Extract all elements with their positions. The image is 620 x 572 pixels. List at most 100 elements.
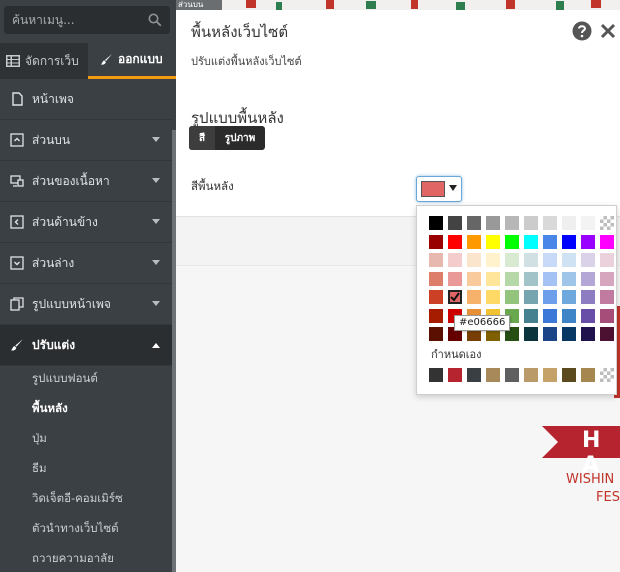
color-swatch[interactable] xyxy=(562,290,576,304)
sidebar-item-label: ส่วนของเนื้อหา xyxy=(32,173,110,188)
sub-item-ecommerce-widget[interactable]: วิดเจ็ตอี-คอมเมิร์ซ xyxy=(32,490,123,508)
color-swatch[interactable] xyxy=(467,253,481,267)
color-swatch[interactable] xyxy=(543,327,557,341)
color-swatch[interactable] xyxy=(524,308,538,323)
custom-color-swatch[interactable] xyxy=(543,368,557,382)
color-swatch[interactable] xyxy=(429,327,443,341)
custom-color-swatch[interactable] xyxy=(448,368,462,382)
color-swatch[interactable] xyxy=(505,271,519,286)
color-swatch[interactable] xyxy=(600,327,614,341)
chevron-down-icon xyxy=(152,219,160,224)
color-swatch[interactable] xyxy=(524,290,538,304)
color-swatch[interactable] xyxy=(429,216,443,230)
color-swatch[interactable] xyxy=(467,271,481,286)
color-swatch[interactable] xyxy=(524,234,538,249)
color-swatch[interactable] xyxy=(543,271,557,286)
color-swatch[interactable] xyxy=(581,216,595,230)
color-swatch[interactable] xyxy=(429,271,443,286)
color-swatch[interactable] xyxy=(543,290,557,304)
sub-item-font-style[interactable]: รูปแบบฟอนต์ xyxy=(32,370,98,388)
color-swatch[interactable] xyxy=(448,271,462,286)
sidebar-item-customize[interactable]: ปรับแต่ง xyxy=(0,325,172,366)
color-swatch[interactable] xyxy=(448,253,462,267)
tab-design[interactable]: ออกแบบ xyxy=(88,43,176,79)
color-swatch[interactable] xyxy=(486,290,500,304)
toggle-image-button[interactable]: รูปภาพ xyxy=(215,126,265,150)
color-swatch[interactable] xyxy=(600,216,614,230)
custom-color-swatch[interactable] xyxy=(467,368,481,382)
color-swatch[interactable] xyxy=(562,327,576,341)
custom-color-swatch[interactable] xyxy=(524,368,538,382)
color-swatch[interactable] xyxy=(562,308,576,323)
color-swatch[interactable] xyxy=(581,327,595,341)
sidebar-item-side[interactable]: ส่วนด้านข้าง xyxy=(0,202,172,243)
sub-item-theme[interactable]: ธีม xyxy=(32,460,47,478)
color-swatch[interactable] xyxy=(543,308,557,323)
tab-manage-website[interactable]: จัดการเว็บ xyxy=(0,43,88,79)
color-swatch[interactable] xyxy=(505,216,519,230)
color-swatch[interactable] xyxy=(581,271,595,286)
color-swatch[interactable] xyxy=(429,308,443,323)
color-swatch[interactable] xyxy=(600,271,614,286)
color-swatch[interactable] xyxy=(486,253,500,267)
color-swatch[interactable] xyxy=(429,253,443,267)
custom-color-swatch[interactable] xyxy=(581,368,595,382)
color-swatch[interactable] xyxy=(581,234,595,249)
color-swatch[interactable] xyxy=(524,253,538,267)
search-icon[interactable] xyxy=(148,13,162,27)
custom-color-swatch[interactable] xyxy=(562,368,576,382)
color-swatch[interactable] xyxy=(524,216,538,230)
color-swatch[interactable] xyxy=(448,234,462,249)
color-swatch[interactable] xyxy=(486,271,500,286)
color-swatch[interactable] xyxy=(562,216,576,230)
chevron-up-icon xyxy=(152,343,160,348)
sidebar-item-header[interactable]: ส่วนบน xyxy=(0,120,172,161)
close-icon[interactable] xyxy=(600,23,616,39)
toggle-color-button[interactable]: สี xyxy=(189,126,215,150)
top-section-dropdown[interactable]: ส่วนบน xyxy=(176,0,222,10)
sidebar-item-label: รูปแบบหน้าเพจ xyxy=(32,296,111,311)
color-picker-button[interactable] xyxy=(416,176,462,202)
sub-item-buttons[interactable]: ปุ่ม xyxy=(32,430,47,448)
color-swatch[interactable] xyxy=(600,290,614,304)
sidebar-item-content[interactable]: ส่วนของเนื้อหา xyxy=(0,161,172,202)
color-swatch[interactable] xyxy=(448,216,462,230)
color-swatch[interactable] xyxy=(562,234,576,249)
color-swatch[interactable] xyxy=(562,253,576,267)
color-swatch[interactable] xyxy=(524,271,538,286)
color-swatch[interactable] xyxy=(543,253,557,267)
color-swatch[interactable] xyxy=(581,290,595,304)
color-swatch[interactable] xyxy=(524,327,538,341)
color-swatch[interactable] xyxy=(543,216,557,230)
color-swatch[interactable] xyxy=(429,234,443,249)
color-swatch[interactable] xyxy=(505,234,519,249)
custom-color-swatch[interactable] xyxy=(429,368,443,382)
color-swatch[interactable] xyxy=(505,253,519,267)
sub-item-condolence[interactable]: ถวายความอาลัย xyxy=(32,550,114,568)
color-swatch[interactable] xyxy=(448,290,462,304)
color-swatch[interactable] xyxy=(581,253,595,267)
search-input[interactable] xyxy=(4,6,144,34)
color-swatch[interactable] xyxy=(505,290,519,304)
custom-color-swatch[interactable] xyxy=(600,368,614,382)
color-swatch[interactable] xyxy=(467,234,481,249)
help-icon[interactable] xyxy=(572,21,592,41)
color-swatch[interactable] xyxy=(600,234,614,249)
color-swatch[interactable] xyxy=(467,216,481,230)
color-swatch[interactable] xyxy=(486,234,500,249)
color-swatch[interactable] xyxy=(429,290,443,304)
color-swatch[interactable] xyxy=(581,308,595,323)
sub-item-background[interactable]: พื้นหลัง xyxy=(32,400,68,418)
sidebar-item-pages[interactable]: หน้าเพจ xyxy=(0,79,172,120)
sidebar-item-footer[interactable]: ส่วนล่าง xyxy=(0,243,172,284)
custom-color-swatch[interactable] xyxy=(505,368,519,382)
custom-color-swatch[interactable] xyxy=(486,368,500,382)
sub-item-site-navigator[interactable]: ตัวนำทางเว็บไซต์ xyxy=(32,520,119,538)
color-swatch[interactable] xyxy=(562,271,576,286)
color-swatch[interactable] xyxy=(467,290,481,304)
color-swatch[interactable] xyxy=(543,234,557,249)
sidebar-item-page-layout[interactable]: รูปแบบหน้าเพจ xyxy=(0,284,172,325)
color-swatch[interactable] xyxy=(600,308,614,323)
color-swatch[interactable] xyxy=(486,216,500,230)
color-swatch[interactable] xyxy=(600,253,614,267)
